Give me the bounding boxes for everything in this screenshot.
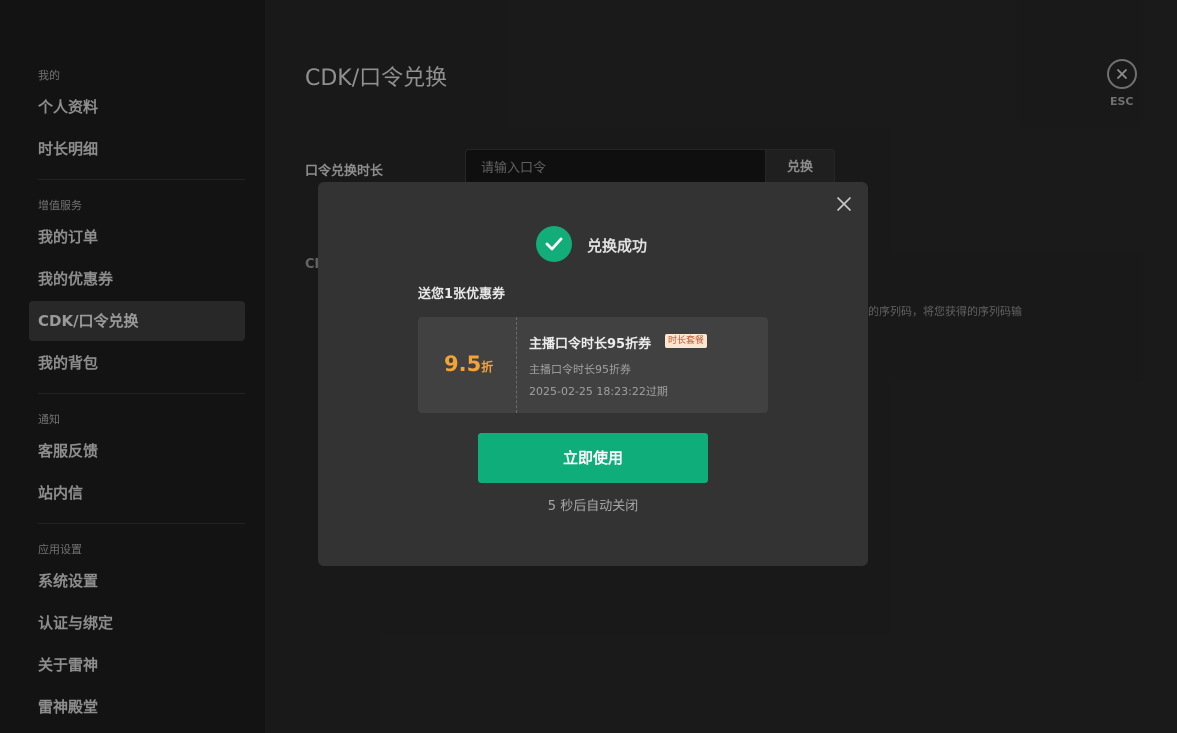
discount-unit: 折 <box>481 360 494 374</box>
redeem-success-modal: 兑换成功 送您1张优惠券 9.5折 主播口令时长95折券 时长套餐 主播口令时长… <box>318 182 868 566</box>
coupon-discount: 9.5折 <box>444 352 493 376</box>
auto-close-text: 5 秒后自动关闭 <box>547 499 639 514</box>
discount-value: 9.5 <box>444 352 482 376</box>
close-icon <box>837 197 851 211</box>
coupon-card: 9.5折 主播口令时长95折券 时长套餐 主播口令时长95折券 2025-02-… <box>418 317 768 413</box>
modal-close-button[interactable] <box>836 196 852 212</box>
use-now-button[interactable]: 立即使用 <box>478 433 708 483</box>
gift-text: 送您1张优惠券 <box>418 287 506 302</box>
success-text: 兑换成功 <box>587 237 648 255</box>
coupon-title: 主播口令时长95折券 <box>529 337 652 352</box>
success-check-icon <box>536 226 572 262</box>
coupon-tag-badge: 时长套餐 <box>665 334 708 348</box>
coupon-subtitle: 主播口令时长95折券 <box>529 363 631 376</box>
coupon-discount-area: 9.5折 <box>418 317 517 413</box>
coupon-expiry: 2025-02-25 18:23:22过期 <box>529 385 668 398</box>
